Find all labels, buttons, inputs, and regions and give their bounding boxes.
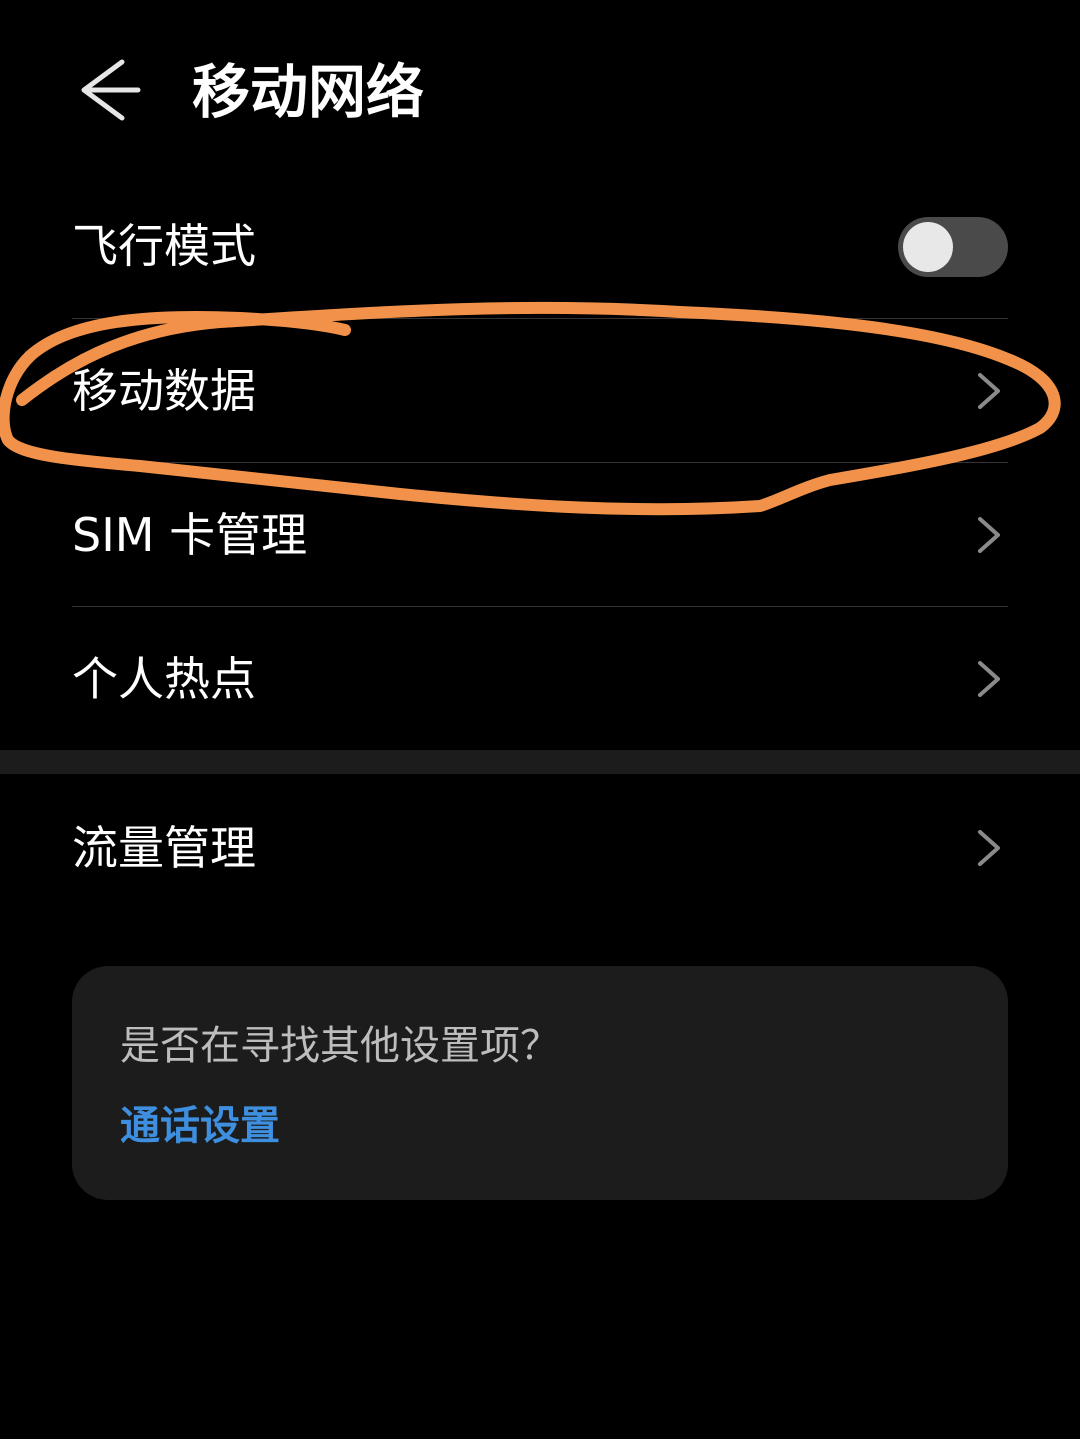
data-usage-label: 流量管理 — [72, 821, 256, 875]
arrow-left-icon — [62, 50, 152, 130]
toggle-knob — [903, 222, 953, 272]
row-sim-management[interactable]: SIM 卡管理 — [72, 463, 1008, 607]
chevron-right-icon — [968, 515, 1008, 555]
row-personal-hotspot[interactable]: 个人热点 — [72, 607, 1008, 751]
page-title: 移动网络 — [192, 58, 425, 126]
chevron-right-icon — [968, 659, 1008, 699]
chevron-right-icon — [968, 828, 1008, 868]
suggestion-card: 是否在寻找其他设置项？ 通话设置 — [72, 966, 1008, 1200]
chevron-right-icon — [968, 371, 1008, 411]
section-separator — [0, 750, 1080, 774]
airplane-mode-label: 飞行模式 — [72, 219, 256, 273]
sim-management-label: SIM 卡管理 — [72, 508, 308, 562]
header: 移动网络 — [0, 0, 1080, 180]
row-data-usage[interactable]: 流量管理 — [72, 776, 1008, 920]
call-settings-link[interactable]: 通话设置 — [120, 1098, 280, 1154]
row-airplane-mode: 飞行模式 — [72, 174, 1008, 318]
mobile-data-label: 移动数据 — [72, 364, 256, 418]
personal-hotspot-label: 个人热点 — [72, 652, 256, 706]
back-button[interactable] — [62, 50, 152, 130]
suggestion-question: 是否在寻找其他设置项？ — [120, 1023, 560, 1069]
row-mobile-data[interactable]: 移动数据 — [72, 319, 1008, 463]
airplane-mode-toggle[interactable] — [898, 217, 1008, 277]
